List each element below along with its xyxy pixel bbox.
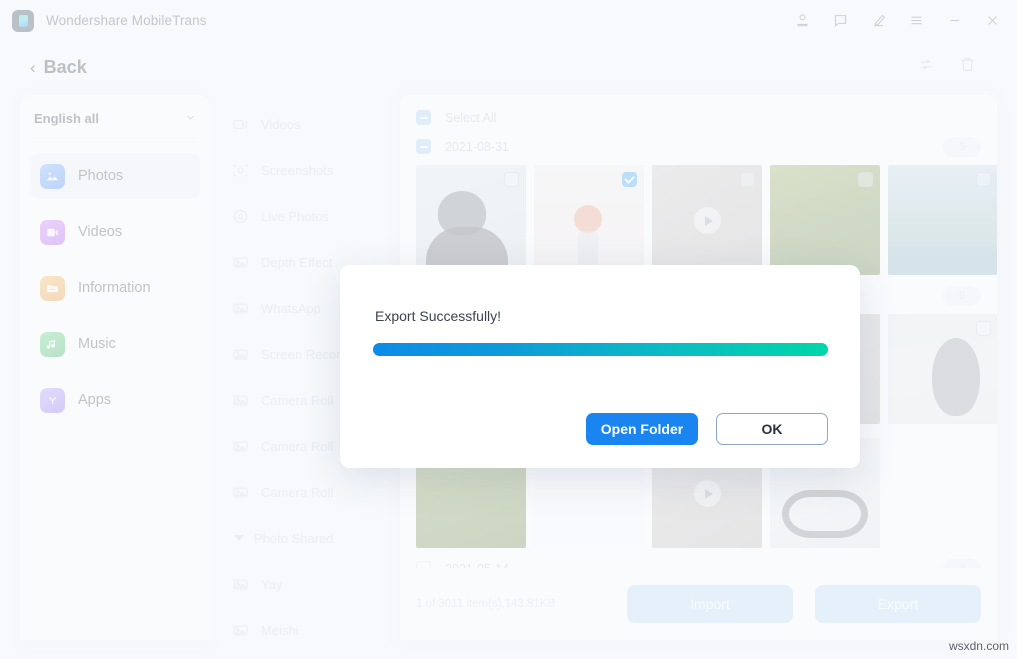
application-window: Wondershare MobileTrans xyxy=(0,0,1017,659)
open-folder-button[interactable]: Open Folder xyxy=(586,413,698,445)
dialog-title: Export Successfully! xyxy=(375,308,501,324)
ok-button[interactable]: OK xyxy=(716,413,828,445)
export-success-dialog: Export Successfully! Open Folder OK xyxy=(340,265,860,468)
watermark: wsxdn.com xyxy=(949,639,1009,653)
progress-bar xyxy=(373,343,828,356)
dialog-actions: Open Folder OK xyxy=(586,413,828,445)
